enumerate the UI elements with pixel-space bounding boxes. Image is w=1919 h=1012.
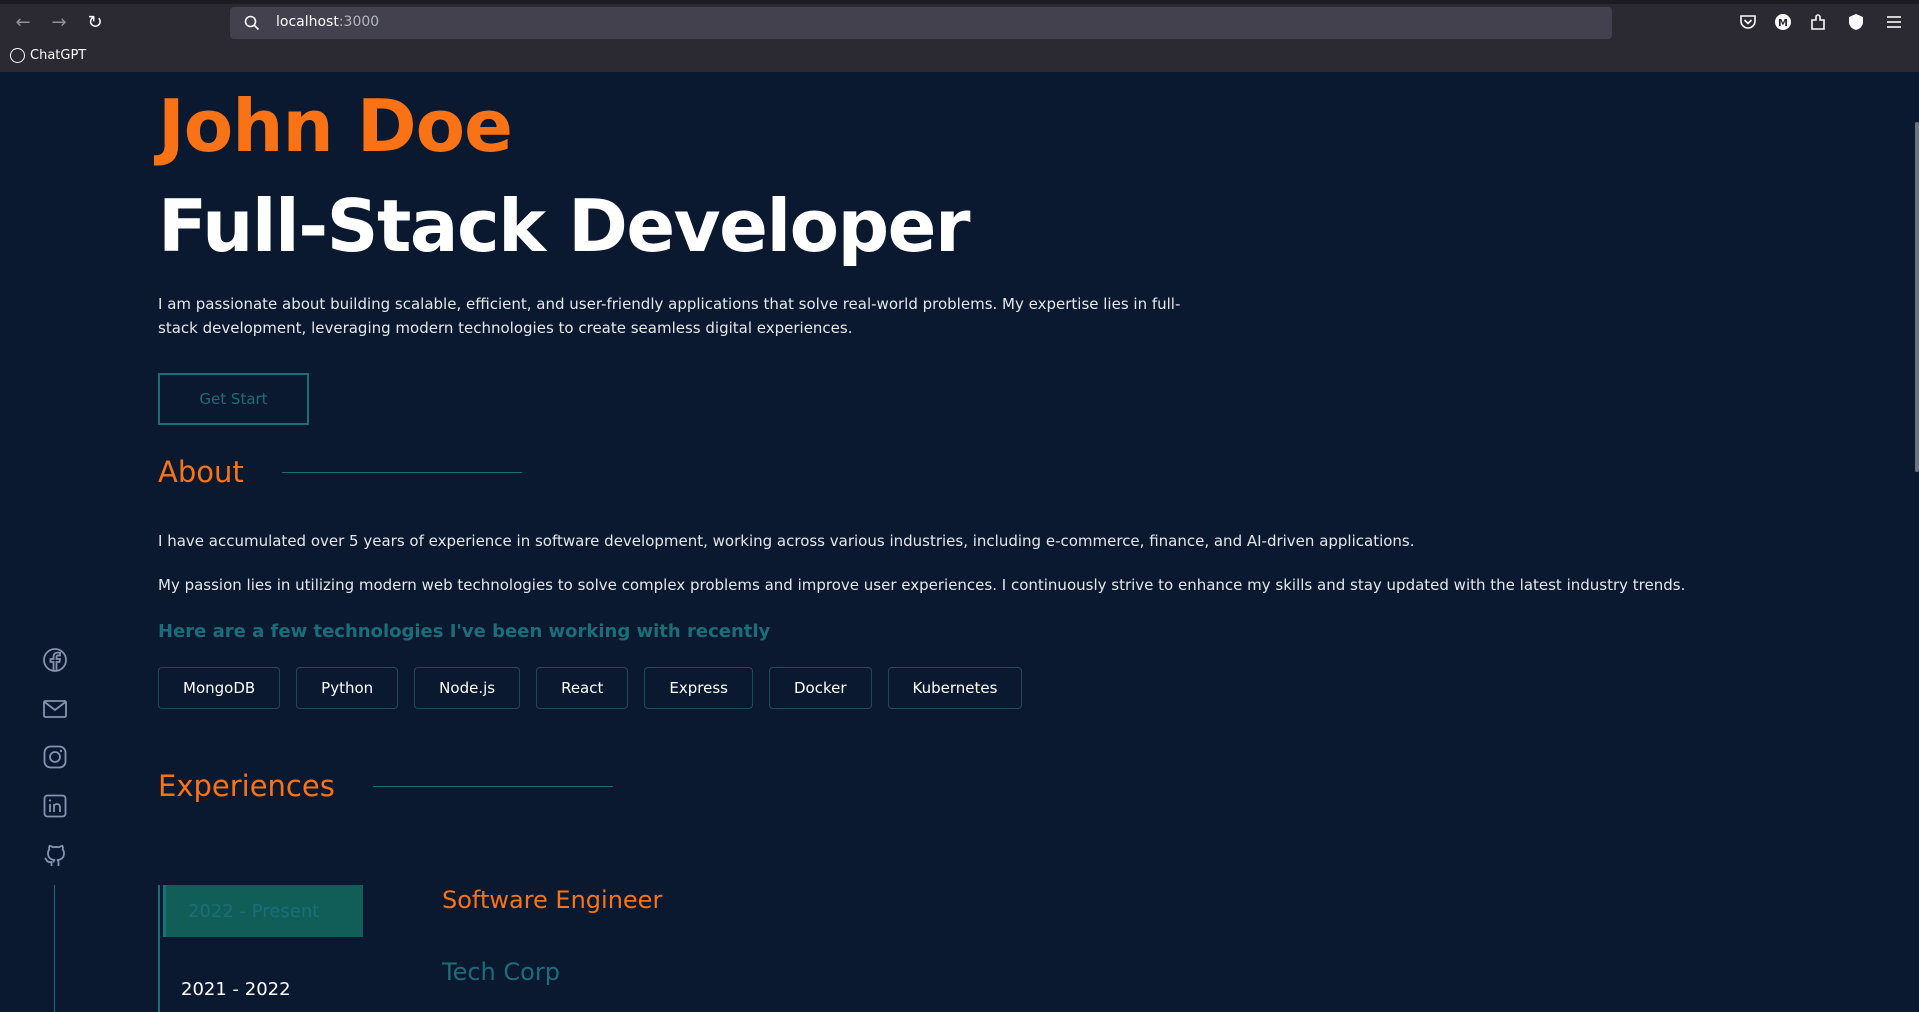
github-icon[interactable] [42,842,68,868]
technologies-heading: Here are a few technologies I've been wo… [158,621,771,642]
account-icon[interactable]: M [1773,12,1793,32]
experiences-divider [372,785,613,787]
instagram-icon[interactable] [42,744,68,770]
pocket-icon[interactable] [1738,12,1758,32]
mail-icon[interactable] [42,696,68,722]
experience-role: Software Engineer [442,886,663,914]
url-port: :3000 [338,14,380,30]
about-paragraph: My passion lies in utilizing modern web … [158,576,1686,594]
svg-text:M: M [1778,18,1788,29]
bookmark-label: ChatGPT [30,48,87,63]
experiences-title: Experiences [158,769,335,803]
tech-pill: MongoDB [158,667,281,709]
tech-pill: Express [644,667,753,709]
experience-timeline [158,885,160,1012]
hero-name: John Doe [158,84,513,168]
linkedin-icon[interactable] [42,793,68,819]
experience-tab-active[interactable]: 2022 - Present [163,885,363,937]
tech-pill: React [536,667,629,709]
bookmark-chatgpt[interactable]: ChatGPT [10,48,86,63]
get-start-button[interactable]: Get Start [158,373,309,425]
extensions-icon[interactable] [1808,12,1828,32]
portfolio-page: John Doe Full-Stack Developer I am passi… [0,72,1919,1012]
back-icon[interactable]: ← [10,10,36,36]
about-paragraph: I have accumulated over 5 years of exper… [158,532,1415,550]
experiences-heading: Experiences [158,769,613,803]
chatgpt-icon [10,48,25,63]
tech-pill: Kubernetes [887,667,1023,709]
menu-icon[interactable] [1884,12,1904,32]
tech-pill: Python [296,667,399,709]
social-divider [54,885,55,1012]
url-text: localhost:3000 [276,14,379,30]
forward-icon[interactable]: → [46,10,72,36]
tab-strip [0,0,1919,4]
url-host: localhost [276,14,339,30]
tech-pill: Node.js [414,667,521,709]
shield-icon[interactable] [1846,12,1866,32]
search-icon [244,15,260,31]
experience-company: Tech Corp [442,958,560,986]
url-bar[interactable]: localhost:3000 [230,7,1612,39]
hero-description: I am passionate about building scalable,… [158,295,1181,337]
browser-chrome: ← → ↻ localhost:3000 M ChatGPT [0,0,1919,72]
tech-pill: Docker [768,667,872,709]
hero-title: Full-Stack Developer [158,184,970,268]
experience-tab[interactable]: 2021 - 2022 [181,979,291,1000]
facebook-icon[interactable] [42,647,68,673]
reload-icon[interactable]: ↻ [82,10,108,36]
scrollbar-thumb[interactable] [1915,122,1919,472]
about-divider [281,471,522,473]
about-title: About [158,455,244,489]
technologies-list: MongoDB Python Node.js React Express Doc… [158,667,1023,709]
about-heading: About [158,455,522,489]
